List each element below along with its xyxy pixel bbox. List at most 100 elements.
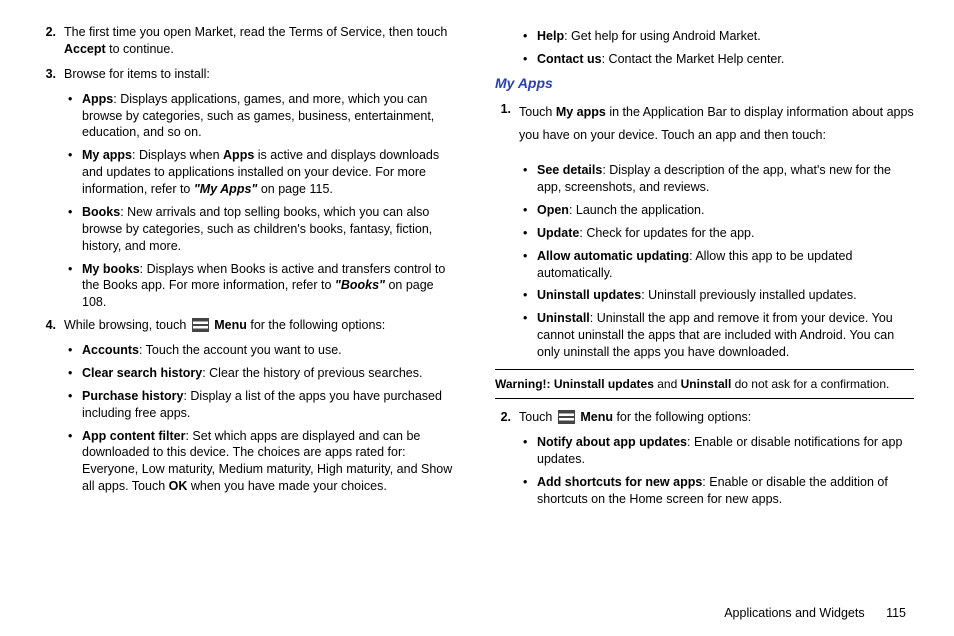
text: : Uninstall previously installed updates… (641, 288, 856, 302)
bullet-my-books: • My books: Displays when Books is activ… (68, 261, 459, 312)
apps-bold: Apps (223, 148, 254, 162)
text: : Contact the Market Help center. (602, 52, 785, 66)
text: for the following options: (613, 410, 751, 424)
bullet-books: • Books: New arrivals and top selling bo… (68, 204, 459, 255)
label: Contact us (537, 52, 602, 66)
text: and (654, 377, 681, 391)
bullet-dot: • (523, 51, 537, 68)
bullet-add-shortcuts: • Add shortcuts for new apps: Enable or … (523, 474, 914, 508)
right-column: • Help: Get help for using Android Marke… (495, 24, 914, 513)
ref-my-apps: "My Apps" (194, 182, 257, 196)
label: Clear search history (82, 366, 202, 380)
bullet-body: Clear search history: Clear the history … (82, 365, 459, 382)
bullet-dot: • (523, 162, 537, 196)
text: : Launch the application. (569, 203, 705, 217)
bullet-body: App content filter: Set which apps are d… (82, 428, 459, 496)
menu-label: Menu (580, 410, 613, 424)
bullet-dot: • (523, 310, 537, 361)
text: when you have made your choices. (187, 479, 386, 493)
page-number: 115 (886, 606, 906, 620)
bullet-dot: • (523, 474, 537, 508)
label: Apps (82, 92, 113, 106)
bullet-update: • Update: Check for updates for the app. (523, 225, 914, 242)
bullet-app-content-filter: • App content filter: Set which apps are… (68, 428, 459, 496)
label: Add shortcuts for new apps (537, 475, 702, 489)
bullet-body: Open: Launch the application. (537, 202, 914, 219)
bullet-body: See details: Display a description of th… (537, 162, 914, 196)
bullet-dot: • (523, 248, 537, 282)
bullet-dot: • (68, 365, 82, 382)
page: 2. The first time you open Market, read … (0, 0, 954, 529)
bullet-uninstall: • Uninstall: Uninstall the app and remov… (523, 310, 914, 361)
menu-icon (558, 410, 575, 424)
label: Uninstall updates (537, 288, 641, 302)
text: to continue. (106, 42, 174, 56)
text: : Displays applications, games, and more… (82, 92, 434, 140)
bullet-contact-us: • Contact us: Contact the Market Help ce… (523, 51, 914, 68)
step-2-right: 2. Touch Menu for the following options: (495, 409, 914, 426)
bullet-help: • Help: Get help for using Android Marke… (523, 28, 914, 45)
text: Touch (519, 105, 556, 119)
warning-label: Warning!: (495, 377, 551, 391)
bullet-open: • Open: Launch the application. (523, 202, 914, 219)
step-number: 2. (40, 24, 64, 58)
text: : Touch the account you want to use. (139, 343, 342, 357)
menu-icon (192, 318, 209, 332)
text: Touch (519, 410, 556, 424)
text: do not ask for a confirmation. (731, 377, 889, 391)
bullet-body: Allow automatic updating: Allow this app… (537, 248, 914, 282)
text: : New arrivals and top selling books, wh… (82, 205, 432, 253)
ref-books: "Books" (335, 278, 385, 292)
bullet-dot: • (68, 428, 82, 496)
text: While browsing, touch (64, 318, 190, 332)
my-apps-label: My apps (556, 105, 606, 119)
bullet-body: Help: Get help for using Android Market. (537, 28, 914, 45)
bullet-body: Purchase history: Display a list of the … (82, 388, 459, 422)
bullet-dot: • (523, 202, 537, 219)
warning-block: Warning!: Uninstall updates and Uninstal… (495, 369, 914, 399)
label: My apps (82, 148, 132, 162)
text: : Check for updates for the app. (579, 226, 754, 240)
step-1: 1. Touch My apps in the Application Bar … (495, 101, 914, 155)
text: for the following options: (247, 318, 385, 332)
label: Open (537, 203, 569, 217)
bullet-body: Apps: Displays applications, games, and … (82, 91, 459, 142)
bullet-body: Notify about app updates: Enable or disa… (537, 434, 914, 468)
heading-my-apps: My Apps (495, 74, 914, 93)
bullet-body: Accounts: Touch the account you want to … (82, 342, 459, 359)
bullet-apps: • Apps: Displays applications, games, an… (68, 91, 459, 142)
bullet-clear-search: • Clear search history: Clear the histor… (68, 365, 459, 382)
label: See details (537, 163, 602, 177)
step-4: 4. While browsing, touch Menu for the fo… (40, 317, 459, 334)
label: Help (537, 29, 564, 43)
step-number: 3. (40, 66, 64, 83)
bullet-see-details: • See details: Display a description of … (523, 162, 914, 196)
bullet-dot: • (523, 287, 537, 304)
text: : Get help for using Android Market. (564, 29, 761, 43)
label: Update (537, 226, 579, 240)
bullet-dot: • (68, 91, 82, 142)
left-column: 2. The first time you open Market, read … (40, 24, 459, 513)
bullet-body: My apps: Displays when Apps is active an… (82, 147, 459, 198)
label: My books (82, 262, 140, 276)
step-number: 4. (40, 317, 64, 334)
step-body: Touch Menu for the following options: (519, 409, 914, 426)
footer-section: Applications and Widgets (724, 606, 864, 620)
bullet-allow-auto-update: • Allow automatic updating: Allow this a… (523, 248, 914, 282)
label: Allow automatic updating (537, 249, 689, 263)
bullet-dot: • (68, 388, 82, 422)
menu-label: Menu (214, 318, 247, 332)
bullet-body: Uninstall: Uninstall the app and remove … (537, 310, 914, 361)
bullet-purchase-history: • Purchase history: Display a list of th… (68, 388, 459, 422)
step-number: 2. (495, 409, 519, 426)
bullet-body: Uninstall updates: Uninstall previously … (537, 287, 914, 304)
text: The first time you open Market, read the… (64, 25, 447, 39)
bullet-dot: • (523, 434, 537, 468)
ok-label: OK (169, 479, 188, 493)
bullet-dot: • (523, 225, 537, 242)
step-body: Touch My apps in the Application Bar to … (519, 101, 914, 149)
label: Purchase history (82, 389, 183, 403)
bullet-dot: • (68, 342, 82, 359)
bullet-dot: • (68, 261, 82, 312)
bullet-body: Update: Check for updates for the app. (537, 225, 914, 242)
